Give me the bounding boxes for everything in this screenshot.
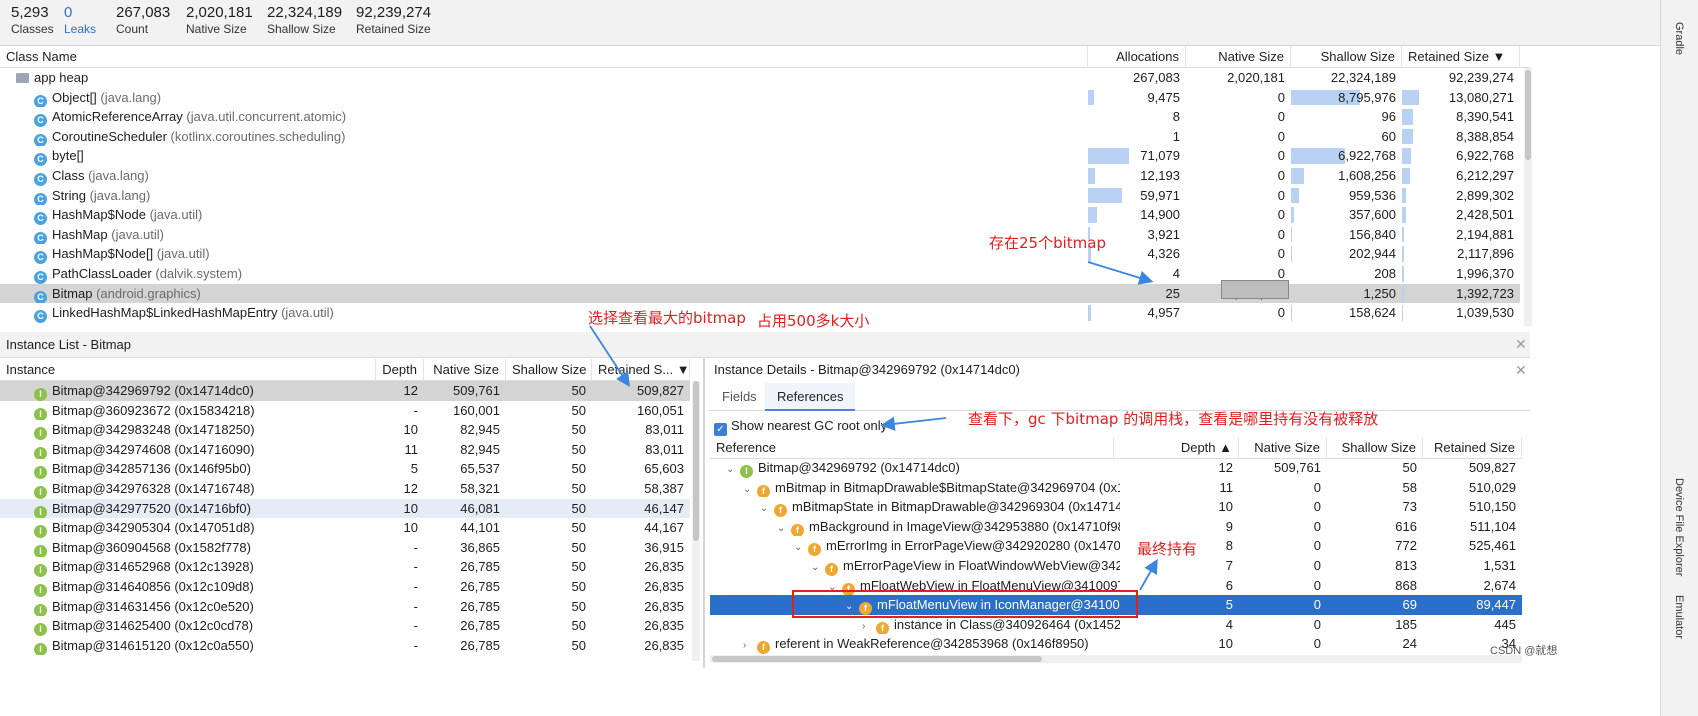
sidebar-item-gradle[interactable]: Gradle: [1673, 22, 1685, 55]
sidebar-item-device-file-explorer[interactable]: Device File Explorer: [1673, 478, 1685, 576]
annotation-arrows: [589, 261, 1158, 591]
tool-window-sidebar: Gradle Device File Explorer Emulator: [1660, 0, 1698, 716]
arrow-to-bitmap-row: [1087, 261, 1154, 285]
arrow-to-checkbox: [880, 416, 947, 431]
sidebar-item-emulator[interactable]: Emulator: [1673, 595, 1685, 639]
arrow-to-holder: [1139, 558, 1158, 591]
arrow-to-largest-bitmap: [589, 325, 630, 388]
footer-credit: CSDN @就想: [1490, 645, 1558, 657]
